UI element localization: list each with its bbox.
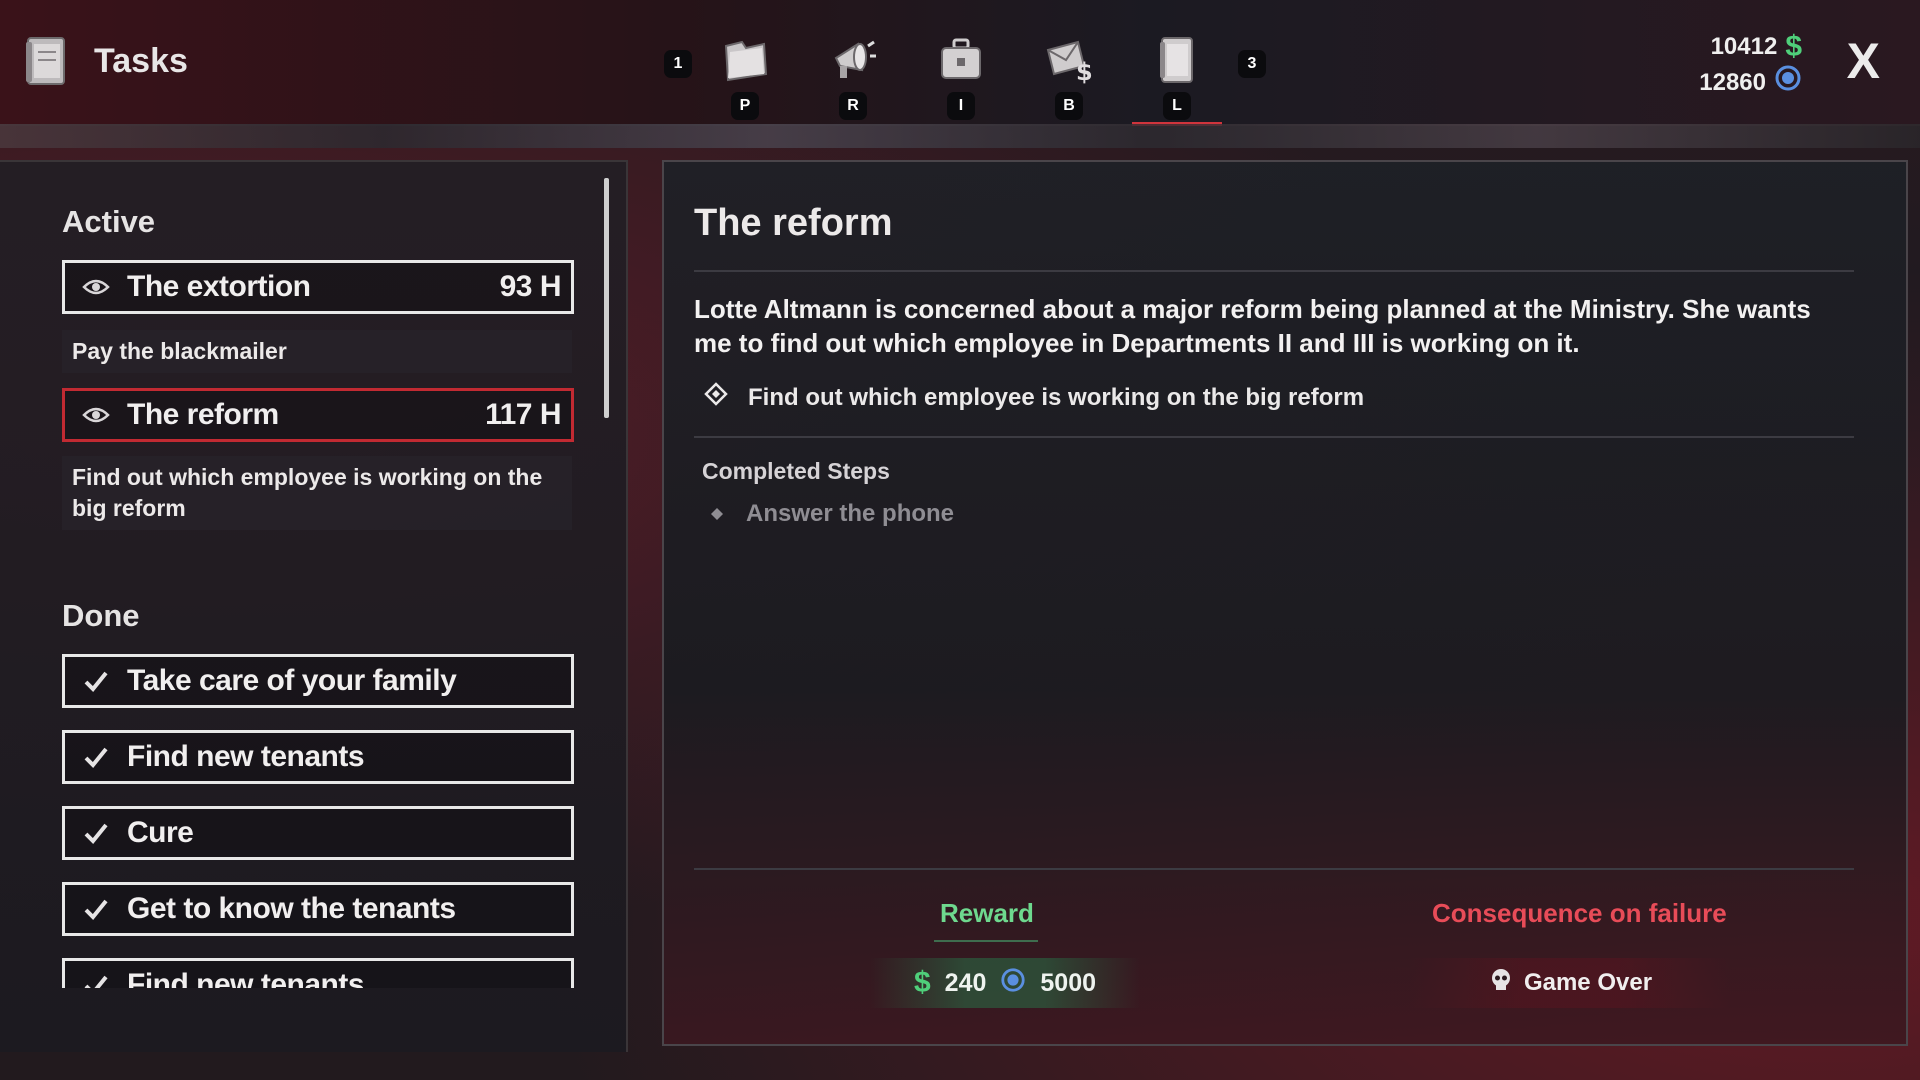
reputation-row: 12860 xyxy=(1699,64,1802,102)
money-value: 10412 xyxy=(1710,33,1778,60)
divider xyxy=(694,436,1854,438)
briefcase-icon xyxy=(936,36,986,84)
tab-key-l: L xyxy=(1163,92,1191,120)
task-hours: 93 H xyxy=(499,270,562,303)
tab-folder[interactable]: P xyxy=(700,36,790,124)
money-envelope-icon: $ xyxy=(1044,36,1094,86)
tab-key-r: R xyxy=(839,92,867,120)
task-name: The reform xyxy=(127,398,279,431)
reward-money: 240 xyxy=(944,968,987,997)
completed-step-text: Answer the phone xyxy=(746,500,955,527)
detail-title: The reform xyxy=(694,202,893,244)
category-tabs: 1 P R I $ B L 3 xyxy=(660,36,1266,126)
tab-briefcase[interactable]: I xyxy=(916,36,1006,124)
tab-logbook[interactable]: L xyxy=(1132,36,1222,126)
objective-text: Find out which employee is working on th… xyxy=(748,383,1365,411)
reputation-icon xyxy=(1000,967,1026,1000)
task-name: Cure xyxy=(127,816,194,849)
money-row: 10412 $ xyxy=(1699,30,1802,64)
reward-values: $ 240 5000 xyxy=(870,958,1140,1008)
task-list-viewport: Active The extortion 93 H Pay the blackm… xyxy=(0,0,626,988)
checkmark-icon xyxy=(65,974,127,988)
dollar-icon: $ xyxy=(1785,30,1802,63)
task-name: Get to know the tenants xyxy=(127,892,456,925)
done-task-item[interactable]: Find new tenants xyxy=(62,730,574,784)
reward-heading: Reward xyxy=(940,898,1034,928)
folder-icon xyxy=(720,36,770,84)
svg-text:$: $ xyxy=(1076,58,1093,84)
failure-heading: Consequence on failure xyxy=(1432,898,1727,928)
eye-icon xyxy=(65,405,127,425)
task-name: Take care of your family xyxy=(127,664,457,697)
diamond-icon xyxy=(704,382,728,413)
done-heading: Done xyxy=(62,598,140,633)
reputation-icon xyxy=(1774,64,1802,102)
reward-reputation: 5000 xyxy=(1040,968,1097,997)
tab-key-p: P xyxy=(731,92,759,120)
checkmark-icon xyxy=(65,746,127,768)
tab-key-i: I xyxy=(947,92,975,120)
tab-key-b: B xyxy=(1055,92,1083,120)
task-description: Pay the blackmailer xyxy=(62,330,572,373)
done-task-item[interactable]: Take care of your family xyxy=(62,654,574,708)
small-diamond-icon xyxy=(710,500,724,528)
done-task-item[interactable]: Cure xyxy=(62,806,574,860)
tab-money-envelope[interactable]: $ B xyxy=(1024,36,1114,124)
task-description: Find out which employee is working on th… xyxy=(62,456,572,530)
active-heading: Active xyxy=(62,204,156,239)
reward-underline xyxy=(934,940,1038,942)
completed-step: Answer the phone xyxy=(710,500,954,528)
failure-consequence: Game Over xyxy=(1410,958,1730,1008)
dollar-icon: $ xyxy=(913,966,931,999)
divider xyxy=(694,270,1854,272)
task-name: The extortion xyxy=(127,270,311,303)
objective-item: Find out which employee is working on th… xyxy=(704,382,1364,413)
prev-tab-key[interactable]: 1 xyxy=(664,50,692,78)
done-task-item[interactable]: Get to know the tenants xyxy=(62,882,574,936)
currency-display: 10412 $ 12860 xyxy=(1699,30,1802,102)
task-item-reform[interactable]: The reform 117 H xyxy=(62,388,574,442)
next-tab-key[interactable]: 3 xyxy=(1238,50,1266,78)
reputation-value: 12860 xyxy=(1699,69,1766,96)
eye-icon xyxy=(65,277,127,297)
completed-steps-heading: Completed Steps xyxy=(702,458,890,484)
failure-text: Game Over xyxy=(1523,969,1653,996)
megaphone-icon xyxy=(828,36,878,84)
tab-megaphone[interactable]: R xyxy=(808,36,898,124)
task-item-extortion[interactable]: The extortion 93 H xyxy=(62,260,574,314)
done-task-item[interactable]: Find new tenants xyxy=(62,958,574,988)
task-name: Find new tenants xyxy=(127,968,365,988)
checkmark-icon xyxy=(65,822,127,844)
task-name: Find new tenants xyxy=(127,740,365,773)
detail-description: Lotte Altmann is concerned about a major… xyxy=(694,294,1811,358)
checkmark-icon xyxy=(65,670,127,692)
checkmark-icon xyxy=(65,898,127,920)
close-button[interactable]: X xyxy=(1847,36,1880,86)
divider xyxy=(694,868,1854,870)
logbook-icon xyxy=(1152,36,1202,84)
skull-icon xyxy=(1488,967,1514,1000)
task-hours: 117 H xyxy=(485,398,561,431)
